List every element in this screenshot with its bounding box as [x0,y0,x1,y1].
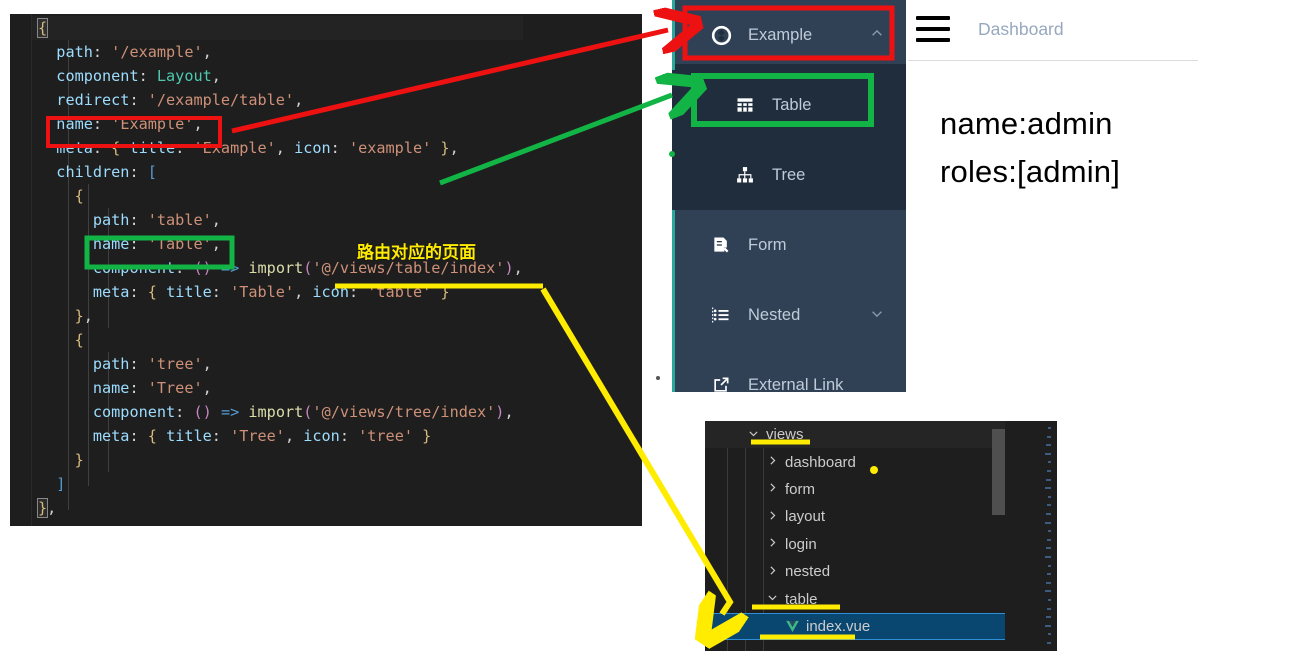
minimap-tick [1047,607,1051,610]
sidebar-item-label: Table [772,95,812,114]
sidebar-item-external-link[interactable]: External Link [672,350,906,392]
sidebar-item-label: Form [748,235,787,254]
minimap-tick [1046,513,1051,515]
minimap-tick [1047,573,1051,576]
file-tree-label: table [785,590,818,608]
minimap-tick [1046,547,1051,550]
minimap-tick [1046,581,1051,584]
code-editor[interactable]: { path: '/example', component: Layout, r… [10,14,642,526]
sidebar-item-form[interactable]: Form [672,210,906,280]
chevron-down-icon[interactable] [764,591,780,607]
code-line: { [32,16,523,40]
code-line: { [74,331,84,349]
minimap-tick [1045,452,1051,455]
minimap-tick [1048,461,1051,464]
user-name-text: name:admin [940,106,1113,141]
minimap-tick [1048,495,1051,498]
minimap-tick [1046,444,1051,447]
form-document-icon [710,234,732,256]
tree-hierarchy-icon [734,164,756,186]
minimap-tick [1047,435,1051,438]
code-line: name: 'Tree', [92,379,212,397]
nested-list-icon [710,304,732,326]
minimap-tick [1047,470,1051,472]
editor-minimap [1005,421,1057,651]
chevron-down-icon[interactable] [870,307,884,324]
code-line: meta: { title: 'Table', icon: 'table' } [92,283,450,301]
sidebar-item-nested[interactable]: Nested [672,280,906,350]
editor-gutter [10,14,32,526]
app-sidebar[interactable]: Example Table Tree Form Nested External Link [672,0,906,392]
minimap-tick [1046,478,1051,481]
chevron-up-icon[interactable] [870,27,884,44]
minimap-tick [1045,590,1051,593]
file-tree-label: views [766,426,804,444]
external-link-icon [710,374,732,392]
minimap-tick [1047,504,1051,507]
chevron-right-icon[interactable] [764,509,780,525]
sidebar-item-label: External Link [748,375,844,393]
minimap-tick [1046,616,1051,619]
grey-dot [656,376,660,380]
code-line: path: 'table', [92,211,221,229]
file-explorer-tree[interactable]: views dashboard form layout login nested table… [705,421,1057,651]
file-tree-label: login [785,535,817,553]
code-line: redirect: '/example/table', [56,91,304,109]
vue-file-icon [783,619,801,634]
sidebar-menu-list[interactable]: Example Table Tree Form Nested External Link [672,0,906,392]
code-line: } [74,451,84,469]
minimap-tick [1048,633,1051,636]
minimap-tick [1045,556,1051,558]
code-line: { [74,187,84,205]
table-grid-icon [734,94,756,116]
minimap-tick [1045,624,1051,627]
code-content[interactable]: { path: '/example', component: Layout, r… [32,14,523,520]
user-roles-text: roles:[admin] [940,154,1121,189]
minimap-tick [1048,530,1051,533]
code-line: meta: { title: 'Example', icon: 'example… [56,139,459,157]
example-compass-icon [710,24,732,46]
file-tree-label: dashboard [785,453,856,471]
breadcrumb[interactable]: Dashboard [978,19,1064,40]
sidebar-item-tree[interactable]: Tree [672,140,906,210]
minimap-tick [1047,538,1051,541]
sidebar-item-label: Tree [772,165,806,184]
hamburger-menu-icon[interactable] [916,16,950,42]
chevron-down-icon[interactable] [745,427,761,443]
code-line: name: 'Example', [56,115,203,133]
minimap-tick [1048,427,1051,429]
file-tree-label: layout [785,508,826,526]
minimap-tick [1048,564,1051,567]
code-line: path: 'tree', [92,355,212,373]
user-info-note: name:admin roles:[admin] [940,100,1120,196]
minimap-tick [1048,599,1051,601]
chevron-right-icon[interactable] [764,454,780,470]
minimap-tick [1045,487,1051,490]
file-tree-label: form [785,480,815,498]
code-line: component: () => import('@/views/tree/in… [92,403,514,421]
chinese-annotation: 路由对应的页面 [357,243,476,263]
chevron-right-icon[interactable] [764,536,780,552]
code-line: ] [56,475,66,493]
code-line: children: [ [56,163,157,181]
file-tree-label: nested [785,563,831,581]
code-line: component: Layout, [56,67,221,85]
minimap-tick [1047,642,1051,644]
app-header: Dashboard [906,0,1290,58]
minimap-tick [1045,521,1051,524]
code-line: meta: { title: 'Tree', icon: 'tree' } [92,427,432,445]
chevron-right-icon[interactable] [764,481,780,497]
header-divider [908,60,1198,61]
code-line: path: '/example', [56,43,212,61]
sidebar-item-table[interactable]: Table [672,70,906,140]
tree-scrollbar[interactable] [992,429,1005,515]
file-tree-label: index.vue [806,617,871,635]
code-line: }, [36,498,57,518]
chevron-right-icon[interactable] [764,564,780,580]
sidebar-item-example[interactable]: Example [672,0,906,70]
code-line: }, [74,307,93,325]
